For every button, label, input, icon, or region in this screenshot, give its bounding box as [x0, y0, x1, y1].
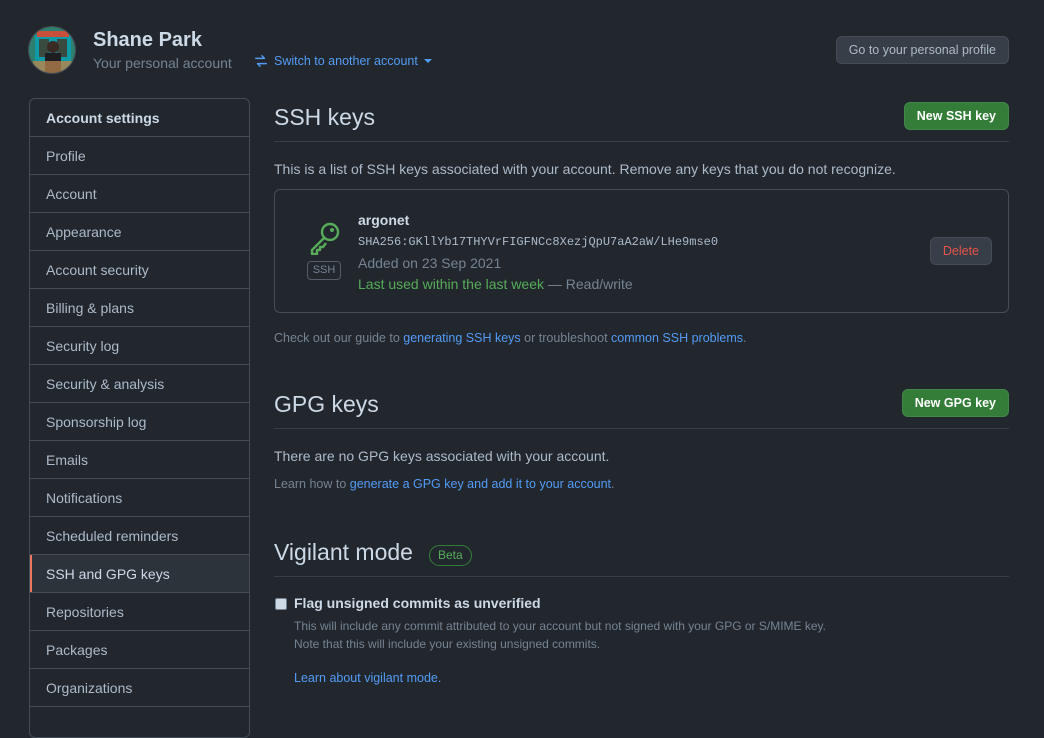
sidebar-item-appearance[interactable]: Appearance: [30, 213, 249, 251]
vigilant-option: Flag unsigned commits as unverified This…: [274, 595, 1009, 685]
gpg-guide-note: Learn how to generate a GPG key and add …: [274, 477, 1009, 491]
sidebar-item-security-analysis[interactable]: Security & analysis: [30, 365, 249, 403]
personal-profile-button[interactable]: Go to your personal profile: [835, 36, 1009, 64]
switch-account-link[interactable]: Switch to another account: [254, 54, 432, 68]
gpg-note-prefix: Learn how to: [274, 477, 350, 491]
generate-gpg-key-link[interactable]: generate a GPG key and add it to your ac…: [350, 477, 611, 491]
caret-down-icon: [423, 59, 432, 63]
sidebar-item-billing[interactable]: Billing & plans: [30, 289, 249, 327]
flag-desc-line1: This will include any commit attributed …: [294, 619, 827, 633]
avatar-image: [29, 27, 75, 73]
sidebar-item-organizations[interactable]: Organizations: [30, 669, 249, 707]
gpg-title: GPG keys: [274, 391, 379, 417]
sidebar-item-profile[interactable]: Profile: [30, 137, 249, 175]
flag-unsigned-checkbox[interactable]: [275, 598, 287, 610]
sidebar-item-notifications[interactable]: Notifications: [30, 479, 249, 517]
key-fingerprint: SHA256:GKllYb17THYVrFIGFNCc8XezjQpU7aA2a…: [358, 235, 719, 249]
sidebar-item-security-log[interactable]: Security log: [30, 327, 249, 365]
ssh-type-label: SSH: [307, 261, 341, 280]
sidebar-item-ssh-gpg-keys[interactable]: SSH and GPG keys: [30, 555, 249, 593]
switch-account-label: Switch to another account: [274, 54, 418, 68]
sidebar-item-account[interactable]: Account: [30, 175, 249, 213]
flag-unsigned-label[interactable]: Flag unsigned commits as unverified: [294, 595, 541, 611]
flag-desc-line2: Note that this will include your existin…: [294, 637, 601, 651]
delete-key-button[interactable]: Delete: [929, 237, 992, 265]
ssh-section-header: SSH keys New SSH key: [274, 98, 1009, 142]
generating-ssh-keys-link[interactable]: generating SSH keys: [403, 331, 520, 345]
learn-vigilant-mode-link[interactable]: Learn about vigilant mode.: [294, 671, 441, 685]
key-usage: Last used within the last week — Read/wr…: [358, 276, 633, 292]
key-added-date: Added on 23 Sep 2021: [358, 255, 502, 271]
common-ssh-problems-link[interactable]: common SSH problems: [611, 331, 743, 345]
account-subtitle: Your personal account: [93, 55, 232, 71]
switch-arrows-icon: [255, 55, 267, 67]
ssh-note-suffix: .: [743, 331, 747, 345]
gpg-empty-message: There are no GPG keys associated with yo…: [274, 448, 610, 464]
page-header: Shane Park Your personal account Switch …: [28, 26, 1009, 76]
beta-badge: Beta: [429, 545, 472, 566]
vigilant-section-header: Vigilant mode Beta: [274, 533, 1009, 577]
sidebar-item-scheduled-reminders[interactable]: Scheduled reminders: [30, 517, 249, 555]
key-last-used: Last used within the last week: [358, 276, 544, 292]
ssh-key-item: SSH argonet SHA256:GKllYb17THYVrFIGFNCc8…: [274, 189, 1009, 313]
flag-unsigned-description: This will include any commit attributed …: [294, 617, 826, 653]
main-content: SSH keys New SSH key This is a list of S…: [274, 98, 1009, 685]
ssh-note-middle: or troubleshoot: [520, 331, 612, 345]
ssh-intro: This is a list of SSH keys associated wi…: [274, 161, 896, 177]
sidebar-item-packages[interactable]: Packages: [30, 631, 249, 669]
sidebar-heading: Account settings: [30, 99, 249, 137]
avatar[interactable]: [28, 26, 76, 74]
ssh-guide-note: Check out our guide to generating SSH ke…: [274, 331, 1009, 345]
vigilant-title: Vigilant mode: [274, 539, 413, 565]
key-icon: [310, 222, 340, 255]
settings-sidebar: Account settings Profile Account Appeara…: [29, 98, 250, 738]
key-access: — Read/write: [544, 276, 633, 292]
sidebar-item-emails[interactable]: Emails: [30, 441, 249, 479]
ssh-title: SSH keys: [274, 104, 375, 130]
gpg-section-header: GPG keys New GPG key: [274, 385, 1009, 429]
sidebar-item-repositories[interactable]: Repositories: [30, 593, 249, 631]
key-name: argonet: [358, 212, 410, 228]
new-ssh-key-button[interactable]: New SSH key: [903, 102, 1009, 130]
ssh-note-prefix: Check out our guide to: [274, 331, 404, 345]
sidebar-item-account-security[interactable]: Account security: [30, 251, 249, 289]
gpg-note-suffix: .: [611, 477, 615, 491]
sidebar-item-sponsorship-log[interactable]: Sponsorship log: [30, 403, 249, 441]
user-name: Shane Park: [93, 29, 202, 51]
new-gpg-key-button[interactable]: New GPG key: [901, 389, 1009, 417]
